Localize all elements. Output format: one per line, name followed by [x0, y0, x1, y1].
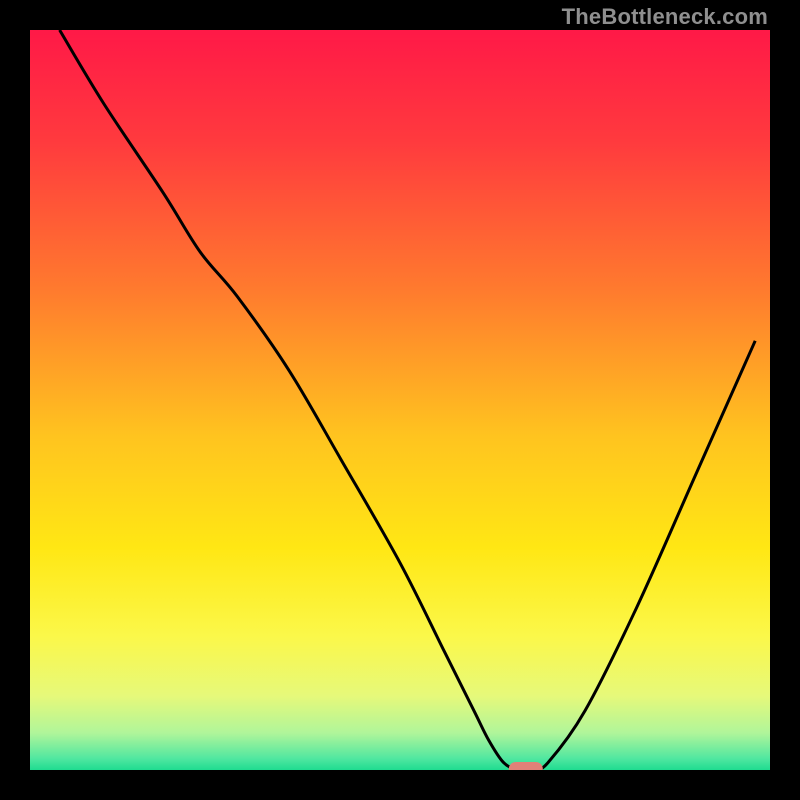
gradient-background: [30, 30, 770, 770]
optimal-marker: [509, 762, 543, 770]
chart-frame: [30, 30, 770, 770]
watermark-text: TheBottleneck.com: [562, 4, 768, 30]
bottleneck-chart: [30, 30, 770, 770]
